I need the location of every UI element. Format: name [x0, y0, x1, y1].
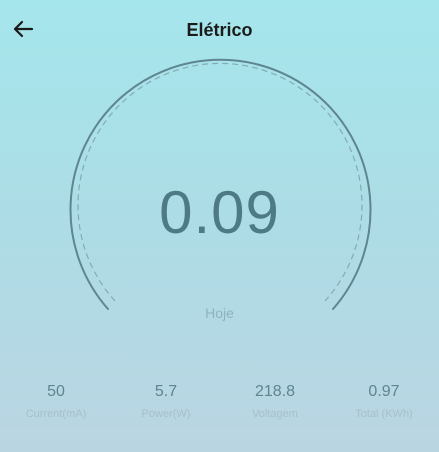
- stat-total-value: 0.97: [368, 383, 400, 400]
- stat-total: 0.97 Total (KWh): [329, 380, 439, 420]
- gauge-value: 0.09: [159, 179, 280, 246]
- stat-current-value: 50: [47, 383, 65, 400]
- stat-voltage-value: 218.8: [254, 383, 296, 400]
- stat-voltage-label: Voltagem: [252, 408, 298, 420]
- stat-current: 50 Current(mA): [1, 380, 111, 420]
- stats-row: 50 Current(mA) 5.7 Power(W) 218.8 Voltag…: [0, 380, 439, 430]
- stat-power-label: Power(W): [141, 408, 191, 420]
- stat-current-label: Current(mA): [25, 408, 87, 420]
- gauge-label: Hoje: [205, 305, 234, 321]
- stat-power-value: 5.7: [154, 383, 178, 400]
- stat-power: 5.7 Power(W): [111, 380, 221, 420]
- stat-total-label: Total (KWh): [355, 408, 413, 420]
- stat-voltage: 218.8 Voltagem: [220, 380, 330, 420]
